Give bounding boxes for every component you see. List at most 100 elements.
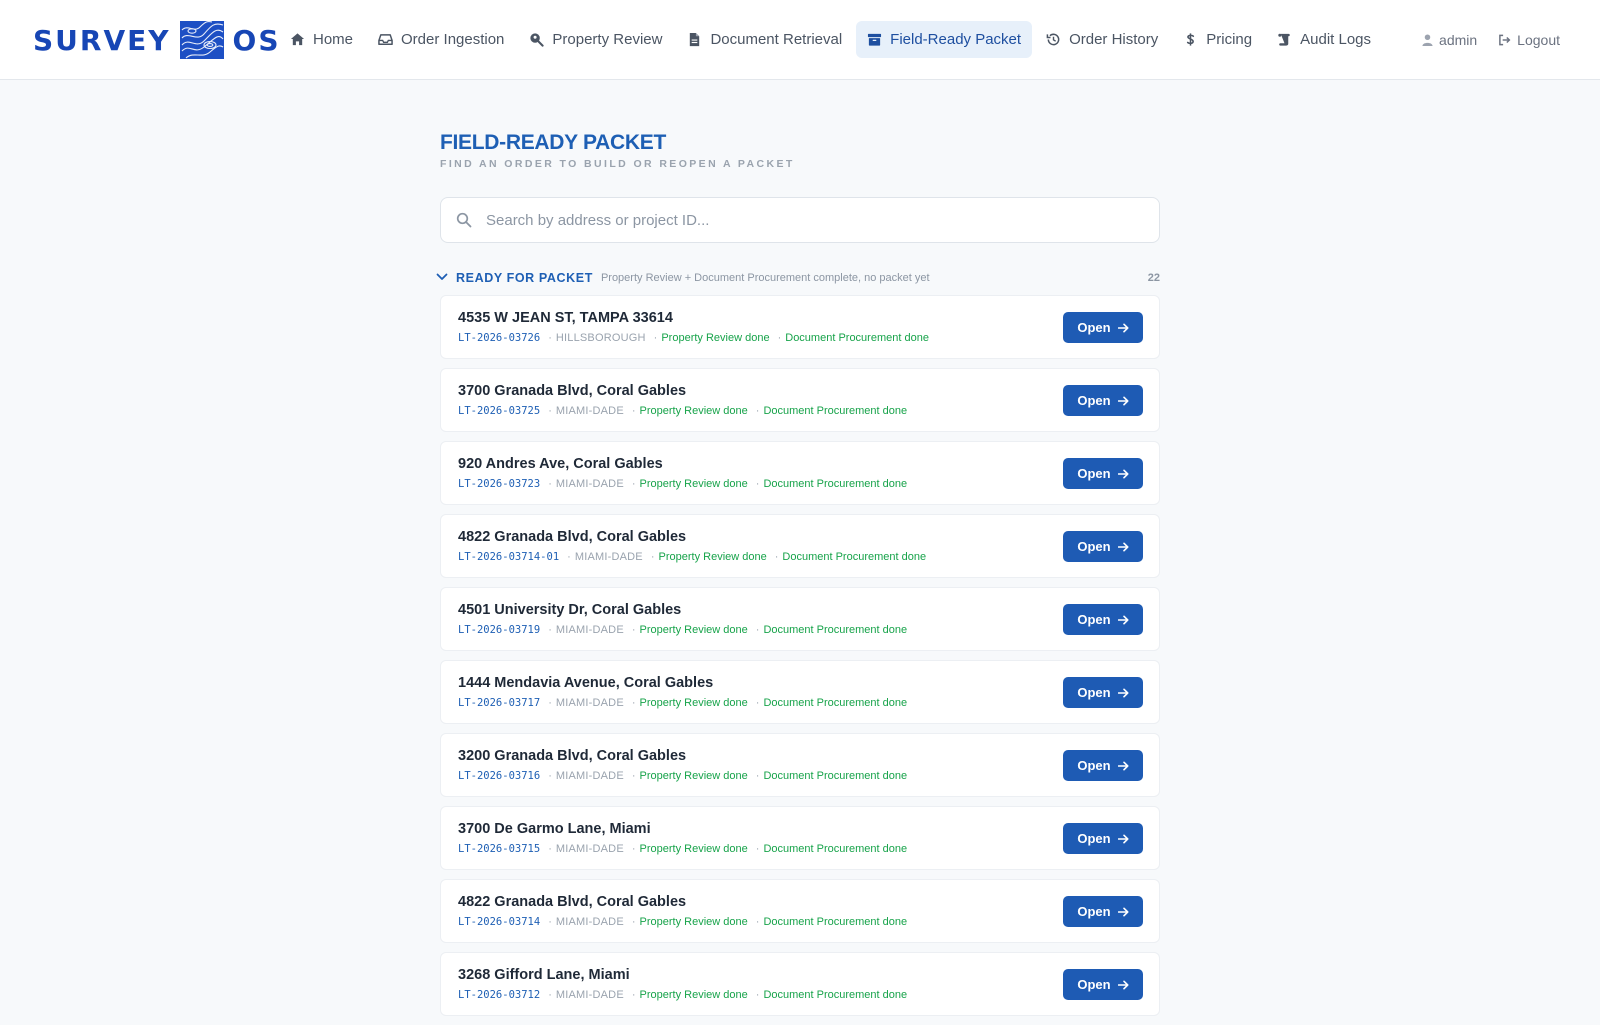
project-id: LT-2026-03719 [458, 624, 541, 636]
property-review-status: Property Review done [639, 916, 748, 928]
separator: · [653, 332, 658, 344]
separator: · [567, 551, 571, 563]
nav-item-property-review[interactable]: Property Review [518, 21, 673, 58]
open-button-label: Open [1077, 393, 1111, 408]
order-address: 3700 Granada Blvd, Coral Gables [458, 383, 687, 399]
project-id: LT-2026-03716 [458, 770, 541, 782]
arrow-right-icon [1117, 761, 1129, 771]
nav-item-order-history[interactable]: Order History [1035, 21, 1169, 58]
nav-label-document-retrieval: Document Retrieval [710, 31, 843, 48]
section-title: READY FOR PACKET [456, 271, 593, 285]
order-row: 3700 De Garmo Lane, Miami LT-2026-03715 … [440, 806, 1160, 870]
order-row: 4822 Granada Blvd, Coral Gables LT-2026-… [440, 514, 1160, 578]
document-procurement-status: Document Procurement done [785, 332, 929, 344]
separator: · [548, 770, 552, 782]
section-count: 22 [1147, 272, 1160, 284]
county: MIAMI-DADE [555, 624, 624, 636]
search-input[interactable] [441, 198, 1159, 242]
order-row: 4535 W JEAN ST, TAMPA 33614 LT-2026-0372… [440, 295, 1160, 359]
logout-button[interactable]: Logout [1498, 32, 1560, 48]
main-content: FIELD-READY PACKET FIND AN ORDER TO BUIL… [436, 130, 1160, 1025]
open-button[interactable]: Open [1063, 458, 1143, 489]
order-meta: LT-2026-03725 · MIAMI-DADE · Property Re… [458, 405, 907, 417]
order-address: 3268 Gifford Lane, Miami [458, 967, 630, 983]
logout-icon [1499, 34, 1511, 45]
nav-item-field-ready-packet[interactable]: Field-Ready Packet [856, 21, 1033, 58]
property-review-status: Property Review done [639, 478, 748, 490]
logo-word-survey: SURVEY [33, 23, 171, 57]
open-button-label: Open [1077, 612, 1111, 627]
separator: · [755, 624, 760, 636]
property-review-status: Property Review done [639, 843, 748, 855]
open-button[interactable]: Open [1063, 312, 1143, 343]
open-button-label: Open [1077, 831, 1111, 846]
separator: · [548, 843, 552, 855]
order-row: 3200 Granada Blvd, Coral Gables LT-2026-… [440, 733, 1160, 797]
county: MIAMI-DADE [555, 989, 624, 1001]
open-button-label: Open [1077, 685, 1111, 700]
county: HILLSBOROUGH [555, 332, 646, 344]
open-button-label: Open [1077, 320, 1111, 335]
inbox-icon [378, 32, 393, 47]
order-meta: LT-2026-03726 · HILLSBOROUGH · Property … [458, 332, 929, 344]
arrow-right-icon [1117, 469, 1129, 479]
nav-label-home: Home [313, 31, 354, 48]
separator: · [631, 405, 636, 417]
property-review-status: Property Review done [639, 989, 748, 1001]
archive-icon [867, 32, 882, 47]
open-button[interactable]: Open [1063, 677, 1143, 708]
order-address: 3700 De Garmo Lane, Miami [458, 821, 651, 837]
order-address: 3200 Granada Blvd, Coral Gables [458, 748, 687, 764]
property-review-status: Property Review done [639, 770, 748, 782]
nav-label-order-history: Order History [1069, 31, 1159, 48]
separator: · [548, 478, 552, 490]
topographic-logo-icon [179, 21, 224, 59]
separator: · [548, 989, 552, 1001]
arrow-right-icon [1117, 542, 1129, 552]
county: MIAMI-DADE [555, 916, 624, 928]
property-review-status: Property Review done [658, 551, 767, 563]
logo-word-os: OS [232, 23, 281, 57]
main-nav: Home Order Ingestion Property Review Doc… [279, 21, 1385, 58]
separator: · [755, 843, 760, 855]
order-row: 4501 University Dr, Coral Gables LT-2026… [440, 587, 1160, 651]
order-row: 3700 Granada Blvd, Coral Gables LT-2026-… [440, 368, 1160, 432]
order-row: 3268 Gifford Lane, Miami LT-2026-03712 ·… [440, 952, 1160, 1016]
open-button[interactable]: Open [1063, 385, 1143, 416]
open-button[interactable]: Open [1063, 531, 1143, 562]
user-menu[interactable]: admin [1422, 32, 1477, 48]
open-button[interactable]: Open [1063, 896, 1143, 927]
search-location-icon [529, 32, 545, 47]
nav-item-document-retrieval[interactable]: Document Retrieval [676, 21, 853, 58]
open-button[interactable]: Open [1063, 969, 1143, 1000]
nav-item-pricing[interactable]: Pricing [1172, 21, 1263, 58]
separator: · [631, 478, 636, 490]
open-button[interactable]: Open [1063, 604, 1143, 635]
user-area: admin Logout [1401, 21, 1560, 58]
order-meta: LT-2026-03719 · MIAMI-DADE · Property Re… [458, 624, 907, 636]
separator: · [548, 697, 552, 709]
project-id: LT-2026-03715 [458, 843, 541, 855]
open-button[interactable]: Open [1063, 750, 1143, 781]
page-subtitle: FIND AN ORDER TO BUILD OR REOPEN A PACKE… [440, 158, 795, 170]
chevron-down-icon[interactable] [436, 272, 448, 282]
separator: · [631, 843, 636, 855]
order-meta: LT-2026-03716 · MIAMI-DADE · Property Re… [458, 770, 907, 782]
nav-item-home[interactable]: Home [279, 21, 364, 58]
order-meta: LT-2026-03715 · MIAMI-DADE · Property Re… [458, 843, 907, 855]
home-icon [290, 32, 305, 47]
document-procurement-status: Document Procurement done [763, 697, 908, 709]
nav-item-order-ingestion[interactable]: Order Ingestion [367, 21, 515, 58]
nav-item-audit-logs[interactable]: Audit Logs [1266, 21, 1382, 58]
document-procurement-status: Document Procurement done [763, 989, 908, 1001]
open-button[interactable]: Open [1063, 823, 1143, 854]
property-review-status: Property Review done [639, 405, 748, 417]
project-id: LT-2026-03725 [458, 405, 541, 417]
separator: · [755, 405, 760, 417]
arrow-right-icon [1117, 907, 1129, 917]
open-button-label: Open [1077, 466, 1111, 481]
property-review-status: Property Review done [639, 697, 748, 709]
separator: · [631, 916, 636, 928]
survey-os-logo[interactable]: SURVEY OS [33, 21, 281, 59]
separator: · [548, 332, 552, 344]
